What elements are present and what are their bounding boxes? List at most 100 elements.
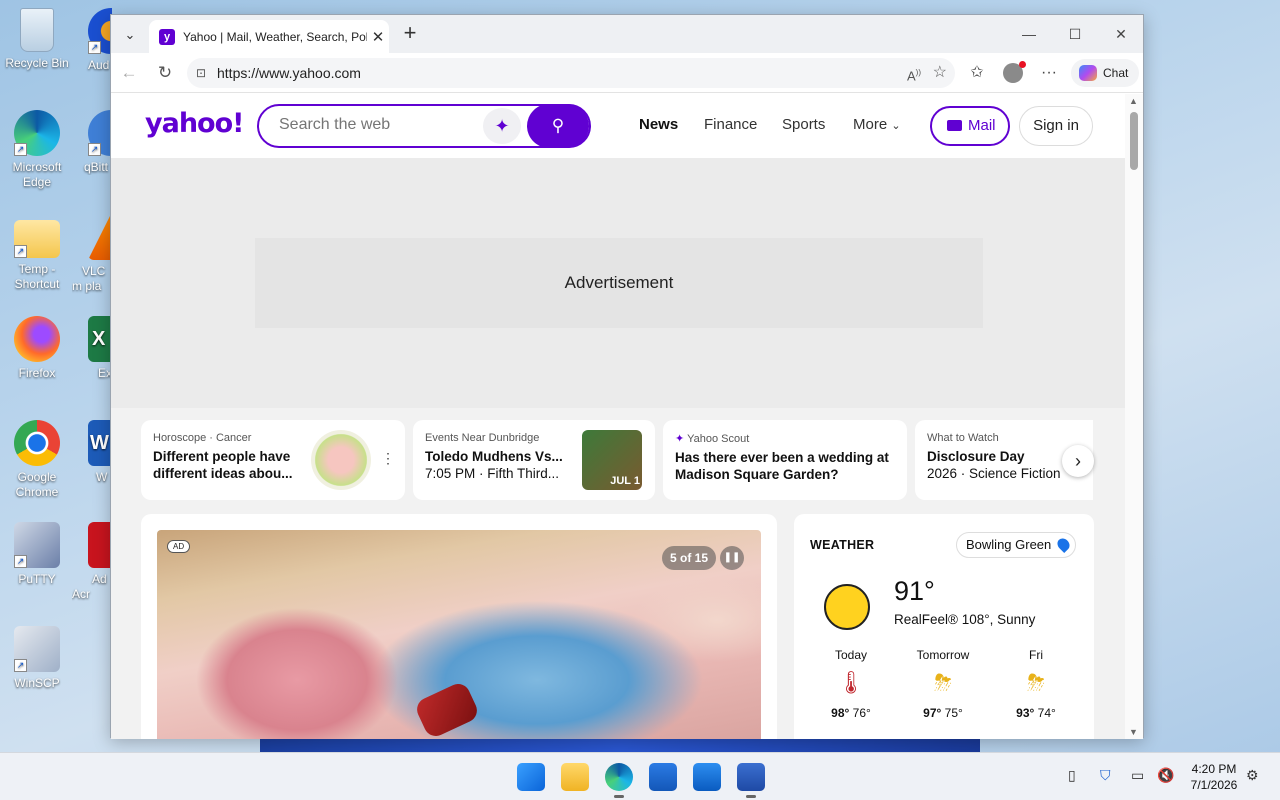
desktop-icon-excel[interactable]: X Ex: [72, 316, 112, 381]
copilot-chat-button[interactable]: Chat: [1071, 59, 1139, 87]
thunderstorm-icon: ⛈: [934, 670, 952, 695]
qbittorrent-icon: ↗: [88, 110, 112, 156]
notification-gear-icon[interactable]: ⚙: [1246, 767, 1259, 784]
card-kebab-menu-icon[interactable]: ⋮: [381, 450, 395, 467]
yahoo-logo[interactable]: yahoo!: [145, 108, 244, 139]
earbud-shape: [413, 680, 481, 739]
scrollbar-thumb[interactable]: [1130, 112, 1138, 170]
url-field[interactable]: ⊡ https://www.yahoo.com A)) ☆: [187, 58, 955, 88]
copilot-icon: [1079, 65, 1097, 81]
favorite-star-icon[interactable]: ☆: [933, 58, 947, 88]
tab-actions-chevron-icon[interactable]: ⌄: [119, 24, 141, 46]
more-options-icon[interactable]: ···: [1037, 61, 1061, 85]
folder-icon: ↗: [14, 220, 60, 258]
clock[interactable]: 4:20 PM 7/1/2026: [1186, 761, 1242, 793]
volume-muted-icon[interactable]: 🔇: [1157, 767, 1174, 784]
desktop-icon-vlc[interactable]: VLC m pla: [72, 214, 112, 294]
security-shield-icon[interactable]: ⛉: [1100, 767, 1111, 784]
carousel-next-chevron-icon[interactable]: ›: [1062, 445, 1094, 477]
acrobat-icon: [88, 522, 112, 568]
edge-taskbar-icon[interactable]: [605, 763, 633, 791]
desktop-icon-firefox[interactable]: Firefox: [2, 316, 72, 381]
nav-news[interactable]: News: [639, 116, 678, 133]
network-icon[interactable]: ▭: [1131, 767, 1144, 784]
location-selector[interactable]: Bowling Green: [956, 532, 1077, 558]
tab-bar: ⌄ y Yahoo | Mail, Weather, Search, Poli …: [111, 15, 1143, 53]
maximize-icon[interactable]: ☐: [1052, 15, 1098, 53]
battery-icon[interactable]: ▯: [1068, 767, 1076, 784]
edge-running-indicator: [614, 795, 624, 798]
site-info-icon[interactable]: ⊡: [196, 58, 206, 88]
search-button[interactable]: ⚲: [527, 104, 589, 148]
word-icon: W: [88, 420, 112, 466]
close-tab-icon[interactable]: ✕: [367, 28, 389, 46]
tab-yahoo[interactable]: y Yahoo | Mail, Weather, Search, Poli ✕: [149, 20, 389, 53]
location-pin-icon: [1055, 536, 1073, 553]
profile-icon[interactable]: [1001, 61, 1026, 85]
baseball-glove-image: JUL 1: [582, 430, 642, 490]
favorites-icon[interactable]: ✩: [965, 61, 989, 85]
scroll-up-icon[interactable]: ▲: [1129, 96, 1138, 106]
back-arrow-icon[interactable]: ←: [117, 61, 141, 85]
card-horoscope[interactable]: Horoscope · Cancer Different people have…: [141, 420, 405, 500]
yahoo-header: yahoo! ✦ ⚲ News Finance Sports More ⌄ Ma…: [111, 94, 1125, 158]
desktop-icon-recycle-bin[interactable]: Recycle Bin: [2, 8, 72, 71]
desktop-icon-word[interactable]: W W: [72, 420, 112, 485]
winscp-icon: ↗: [14, 626, 60, 672]
chrome-icon: [14, 420, 60, 466]
taskbar: ▯ ⛉ ▭ 🔇 4:20 PM 7/1/2026 ⚙: [0, 752, 1280, 800]
sign-in-button[interactable]: Sign in: [1019, 106, 1093, 146]
firefox-icon: [14, 316, 60, 362]
nav-sports[interactable]: Sports: [782, 116, 825, 133]
read-aloud-icon[interactable]: A)): [907, 58, 921, 91]
card-yahoo-scout[interactable]: ✦ Yahoo Scout Has there ever been a wedd…: [663, 420, 907, 500]
close-window-icon[interactable]: ✕: [1098, 15, 1144, 53]
excel-icon: X: [88, 316, 112, 362]
desktop-icon-adobe-acrobat[interactable]: Ad Acr: [72, 522, 112, 602]
advertisement-placeholder[interactable]: Advertisement: [255, 238, 983, 328]
putty-icon: ↗: [14, 522, 60, 568]
powershell-icon[interactable]: [737, 763, 765, 791]
thunderstorm-icon: ⛈: [1027, 670, 1045, 695]
edge-icon: ↗: [14, 110, 60, 156]
card-events[interactable]: Events Near Dunbridge Toledo Mudhens Vs.…: [413, 420, 655, 500]
search-input[interactable]: [279, 116, 479, 134]
hero-ad-image[interactable]: AD 5 of 15 ❚❚: [157, 530, 761, 739]
minimize-icon[interactable]: —: [1006, 15, 1052, 53]
microsoft-store-icon[interactable]: [649, 763, 677, 791]
forecast-tomorrow[interactable]: Tomorrow ⛈ 97° 75°: [908, 648, 978, 720]
nav-finance[interactable]: Finance: [704, 116, 757, 133]
nav-more[interactable]: More ⌄: [853, 116, 901, 133]
pause-icon[interactable]: ❚❚: [720, 546, 744, 570]
file-explorer-icon[interactable]: [561, 763, 589, 791]
desktop-icon-winscp[interactable]: ↗ WinSCP: [2, 626, 72, 691]
desktop-icon-qbittorrent[interactable]: ↗ qBitt: [72, 110, 112, 175]
page-viewport: yahoo! ✦ ⚲ News Finance Sports More ⌄ Ma…: [111, 94, 1125, 739]
thermometer-icon: 🌡: [837, 670, 865, 695]
forecast-fri[interactable]: Fri ⛈ 93° 74°: [1001, 648, 1071, 720]
scroll-down-icon[interactable]: ▼: [1129, 727, 1138, 737]
sunny-icon: [824, 584, 870, 630]
mail-button[interactable]: Mail: [930, 106, 1010, 146]
browser-window: ⌄ y Yahoo | Mail, Weather, Search, Poli …: [110, 14, 1144, 739]
forecast-today[interactable]: Today 🌡 98° 76°: [816, 648, 886, 720]
weather-title: WEATHER: [810, 538, 875, 552]
yahoo-favicon-icon: y: [159, 28, 175, 45]
refresh-icon[interactable]: ↻: [153, 61, 177, 85]
realfeel-text: RealFeel® 108°, Sunny: [894, 612, 1036, 627]
ad-zone: Advertisement: [111, 158, 1125, 408]
desktop-icon-google-chrome[interactable]: Google Chrome: [2, 420, 72, 500]
desktop-icon-temp-shortcut[interactable]: ↗ Temp - Shortcut: [2, 214, 72, 292]
envelope-icon: [947, 120, 962, 131]
new-tab-icon[interactable]: +: [399, 22, 421, 45]
desktop-icon-audacity[interactable]: ↗ Aud: [72, 8, 112, 73]
page-scrollbar[interactable]: ▲ ▼: [1125, 94, 1143, 739]
outlook-icon[interactable]: [693, 763, 721, 791]
search-icon: ⚲: [551, 116, 565, 135]
start-windows-icon[interactable]: [517, 763, 545, 791]
ai-sparkle-icon[interactable]: ✦: [483, 108, 521, 144]
chevron-down-icon: ⌄: [891, 120, 901, 132]
hero-ad-card: AD 5 of 15 ❚❚: [141, 514, 777, 739]
desktop-icon-microsoft-edge[interactable]: ↗ Microsoft Edge: [2, 110, 72, 190]
desktop-icon-putty[interactable]: ↗ PuTTY: [2, 522, 72, 587]
